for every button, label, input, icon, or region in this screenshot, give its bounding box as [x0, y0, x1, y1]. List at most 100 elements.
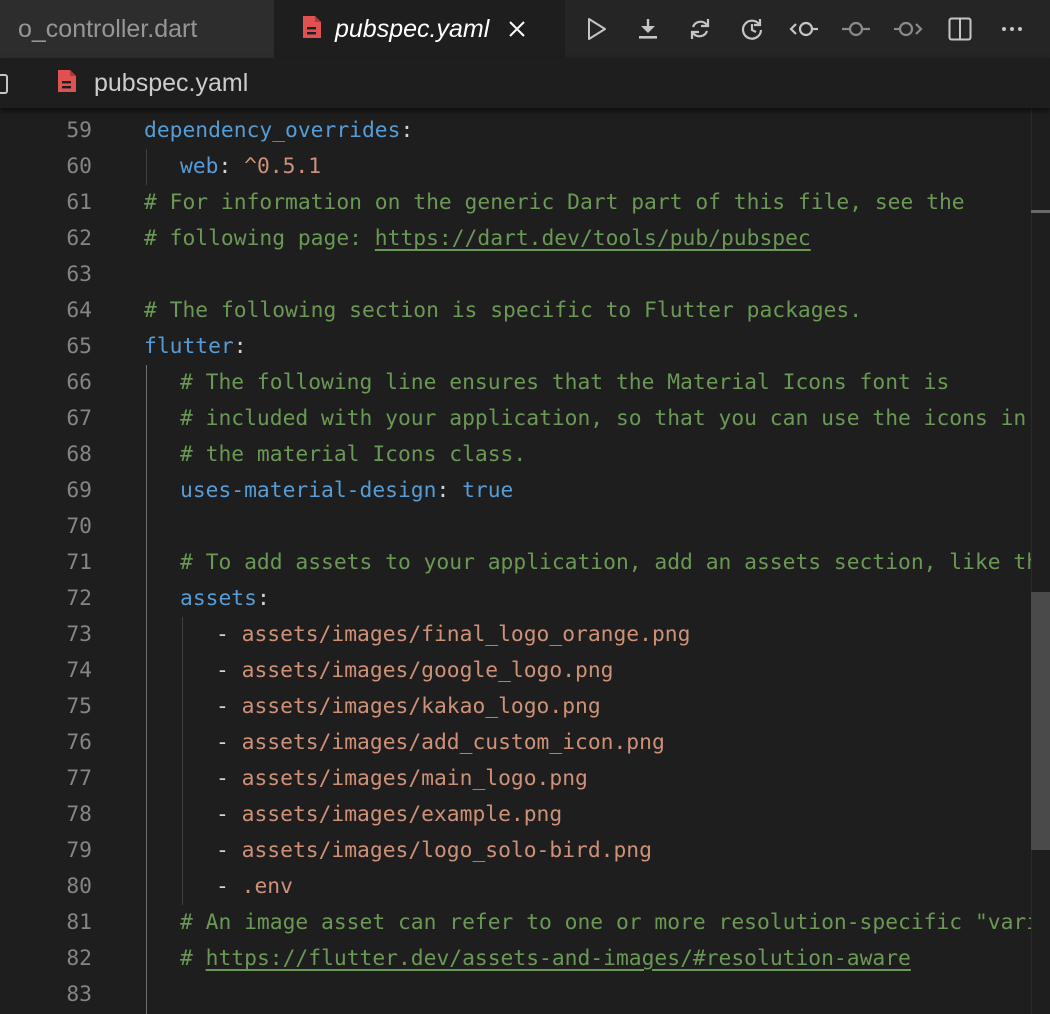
- download-button[interactable]: [622, 0, 674, 58]
- code-text: # https://flutter.dev/assets-and-images/…: [180, 941, 911, 977]
- code-line[interactable]: 75 - assets/images/kakao_logo.png: [0, 689, 1050, 725]
- code-line[interactable]: 83: [0, 977, 1050, 1013]
- vertical-scrollbar[interactable]: [1031, 108, 1050, 1014]
- commit-button[interactable]: [830, 0, 882, 58]
- editor-actions: [570, 0, 1038, 58]
- code-token: assets/images/add_custom_icon.png: [241, 730, 665, 755]
- code-text: dependency_overrides:: [144, 113, 413, 149]
- run-icon: [588, 18, 606, 40]
- code-line[interactable]: 65 flutter:: [0, 329, 1050, 365]
- code-line[interactable]: 80 - .env: [0, 869, 1050, 905]
- code-line[interactable]: 81 # An image asset can refer to one or m…: [0, 905, 1050, 941]
- code-line[interactable]: 61 # For information on the generic Dart …: [0, 185, 1050, 221]
- code-line[interactable]: 77 - assets/images/main_logo.png: [0, 761, 1050, 797]
- code-line[interactable]: 79 - assets/images/logo_solo-bird.png: [0, 833, 1050, 869]
- breadcrumb-label: pubspec.yaml: [94, 68, 249, 97]
- restart-button[interactable]: [726, 0, 778, 58]
- more-actions-button[interactable]: [986, 0, 1038, 58]
- code-text: assets:: [180, 581, 270, 617]
- code-text: - assets/images/add_custom_icon.png: [216, 725, 665, 761]
- code-line[interactable]: 64 # The following section is specific to…: [0, 293, 1050, 329]
- code-text: - assets/images/example.png: [216, 797, 562, 833]
- tab-bar: o_controller.dart pubspec.yaml: [0, 0, 1050, 58]
- code-token: uses-material-design: [180, 478, 437, 503]
- indent-guide: [182, 617, 183, 905]
- code-line[interactable]: 67 # included with your application, so t…: [0, 401, 1050, 437]
- split-editor-icon: [948, 17, 972, 41]
- breadcrumb-item-file[interactable]: pubspec.yaml: [56, 58, 248, 108]
- line-number: 63: [66, 262, 92, 287]
- code-text: - assets/images/final_logo_orange.png: [216, 617, 690, 653]
- line-number: 78: [66, 802, 92, 827]
- code-token: web: [180, 154, 219, 179]
- refresh-button[interactable]: [674, 0, 726, 58]
- code-text: # the material Icons class.: [180, 437, 526, 473]
- breadcrumb: pubspec.yaml: [0, 58, 1050, 108]
- code-line[interactable]: 76 - assets/images/add_custom_icon.png: [0, 725, 1050, 761]
- run-button[interactable]: [570, 0, 622, 58]
- code-line[interactable]: 63: [0, 257, 1050, 293]
- code-line[interactable]: 66 # The following line ensures that the …: [0, 365, 1050, 401]
- scrollbar-thumb[interactable]: [1031, 592, 1050, 850]
- code-token: .env: [241, 874, 293, 899]
- code-editor[interactable]: 59 dependency_overrides: 60 web: ^0.5.1 61 # …: [0, 108, 1050, 1014]
- code-line[interactable]: 71 # To add assets to your application, a…: [0, 545, 1050, 581]
- code-token: -: [216, 802, 242, 827]
- code-line[interactable]: 68 # the material Icons class.: [0, 437, 1050, 473]
- code-token: assets/images/main_logo.png: [241, 766, 588, 791]
- code-token: :: [256, 586, 270, 611]
- indent-guide: [146, 365, 147, 1014]
- code-text: - assets/images/logo_solo-bird.png: [216, 833, 652, 869]
- code-line[interactable]: 69 uses-material-design: true: [0, 473, 1050, 509]
- code-token: :: [218, 154, 245, 179]
- close-tab-button[interactable]: [505, 17, 529, 41]
- code-line[interactable]: 73 - assets/images/final_logo_orange.png: [0, 617, 1050, 653]
- code-token: assets/images/example.png: [241, 802, 563, 827]
- code-line[interactable]: 82 # https://flutter.dev/assets-and-image…: [0, 941, 1050, 977]
- code-line[interactable]: 74 - assets/images/google_logo.png: [0, 653, 1050, 689]
- tab-controller-dart[interactable]: o_controller.dart: [0, 0, 275, 58]
- code-token: -: [216, 622, 242, 647]
- code-line[interactable]: 59 dependency_overrides:: [0, 113, 1050, 149]
- step-forward-button[interactable]: [882, 0, 934, 58]
- line-number: 59: [66, 118, 92, 143]
- tab-pubspec-yaml[interactable]: pubspec.yaml: [275, 0, 565, 58]
- more-icon: [1002, 27, 1022, 31]
- indent-guide: [146, 149, 147, 185]
- code-text: # For information on the generic Dart pa…: [144, 185, 965, 221]
- code-token: assets/images/logo_solo-bird.png: [241, 838, 652, 863]
- line-number: 80: [66, 874, 92, 899]
- code-link[interactable]: https://dart.dev/tools/pub/pubspec: [375, 226, 811, 251]
- line-number: 74: [66, 658, 92, 683]
- line-number: 60: [66, 154, 92, 179]
- code-text: # included with your application, so tha…: [180, 401, 1026, 437]
- line-number: 79: [66, 838, 92, 863]
- split-editor-button[interactable]: [934, 0, 986, 58]
- line-number: 77: [66, 766, 92, 791]
- code-token: -: [216, 694, 242, 719]
- code-line[interactable]: 70: [0, 509, 1050, 545]
- code-token: # The following line ensures that the Ma…: [180, 370, 950, 395]
- code-link[interactable]: https://flutter.dev/assets-and-images/#r…: [206, 946, 911, 971]
- line-number: 73: [66, 622, 92, 647]
- code-line[interactable]: 78 - assets/images/example.png: [0, 797, 1050, 833]
- line-number: 62: [66, 226, 92, 251]
- code-text: # The following line ensures that the Ma…: [180, 365, 949, 401]
- code-text: # An image asset can refer to one or mor…: [180, 905, 1050, 941]
- code-text: # The following section is specific to F…: [144, 293, 862, 329]
- code-line[interactable]: 72 assets:: [0, 581, 1050, 617]
- code-line[interactable]: 62 # following page: https://dart.dev/too…: [0, 221, 1050, 257]
- step-back-icon: [789, 21, 818, 37]
- line-number: 75: [66, 694, 92, 719]
- code-text: # To add assets to your application, add…: [180, 545, 1050, 581]
- yaml-file-icon: [56, 68, 78, 99]
- code-token: -: [216, 766, 242, 791]
- code-token: -: [216, 874, 242, 899]
- line-number: 81: [66, 910, 92, 935]
- step-forward-icon: [894, 21, 923, 37]
- code-token: #: [180, 946, 206, 971]
- code-token: assets/images/final_logo_orange.png: [241, 622, 691, 647]
- step-back-button[interactable]: [778, 0, 830, 58]
- code-line[interactable]: 60 web: ^0.5.1: [0, 149, 1050, 185]
- code-token: assets: [180, 586, 257, 611]
